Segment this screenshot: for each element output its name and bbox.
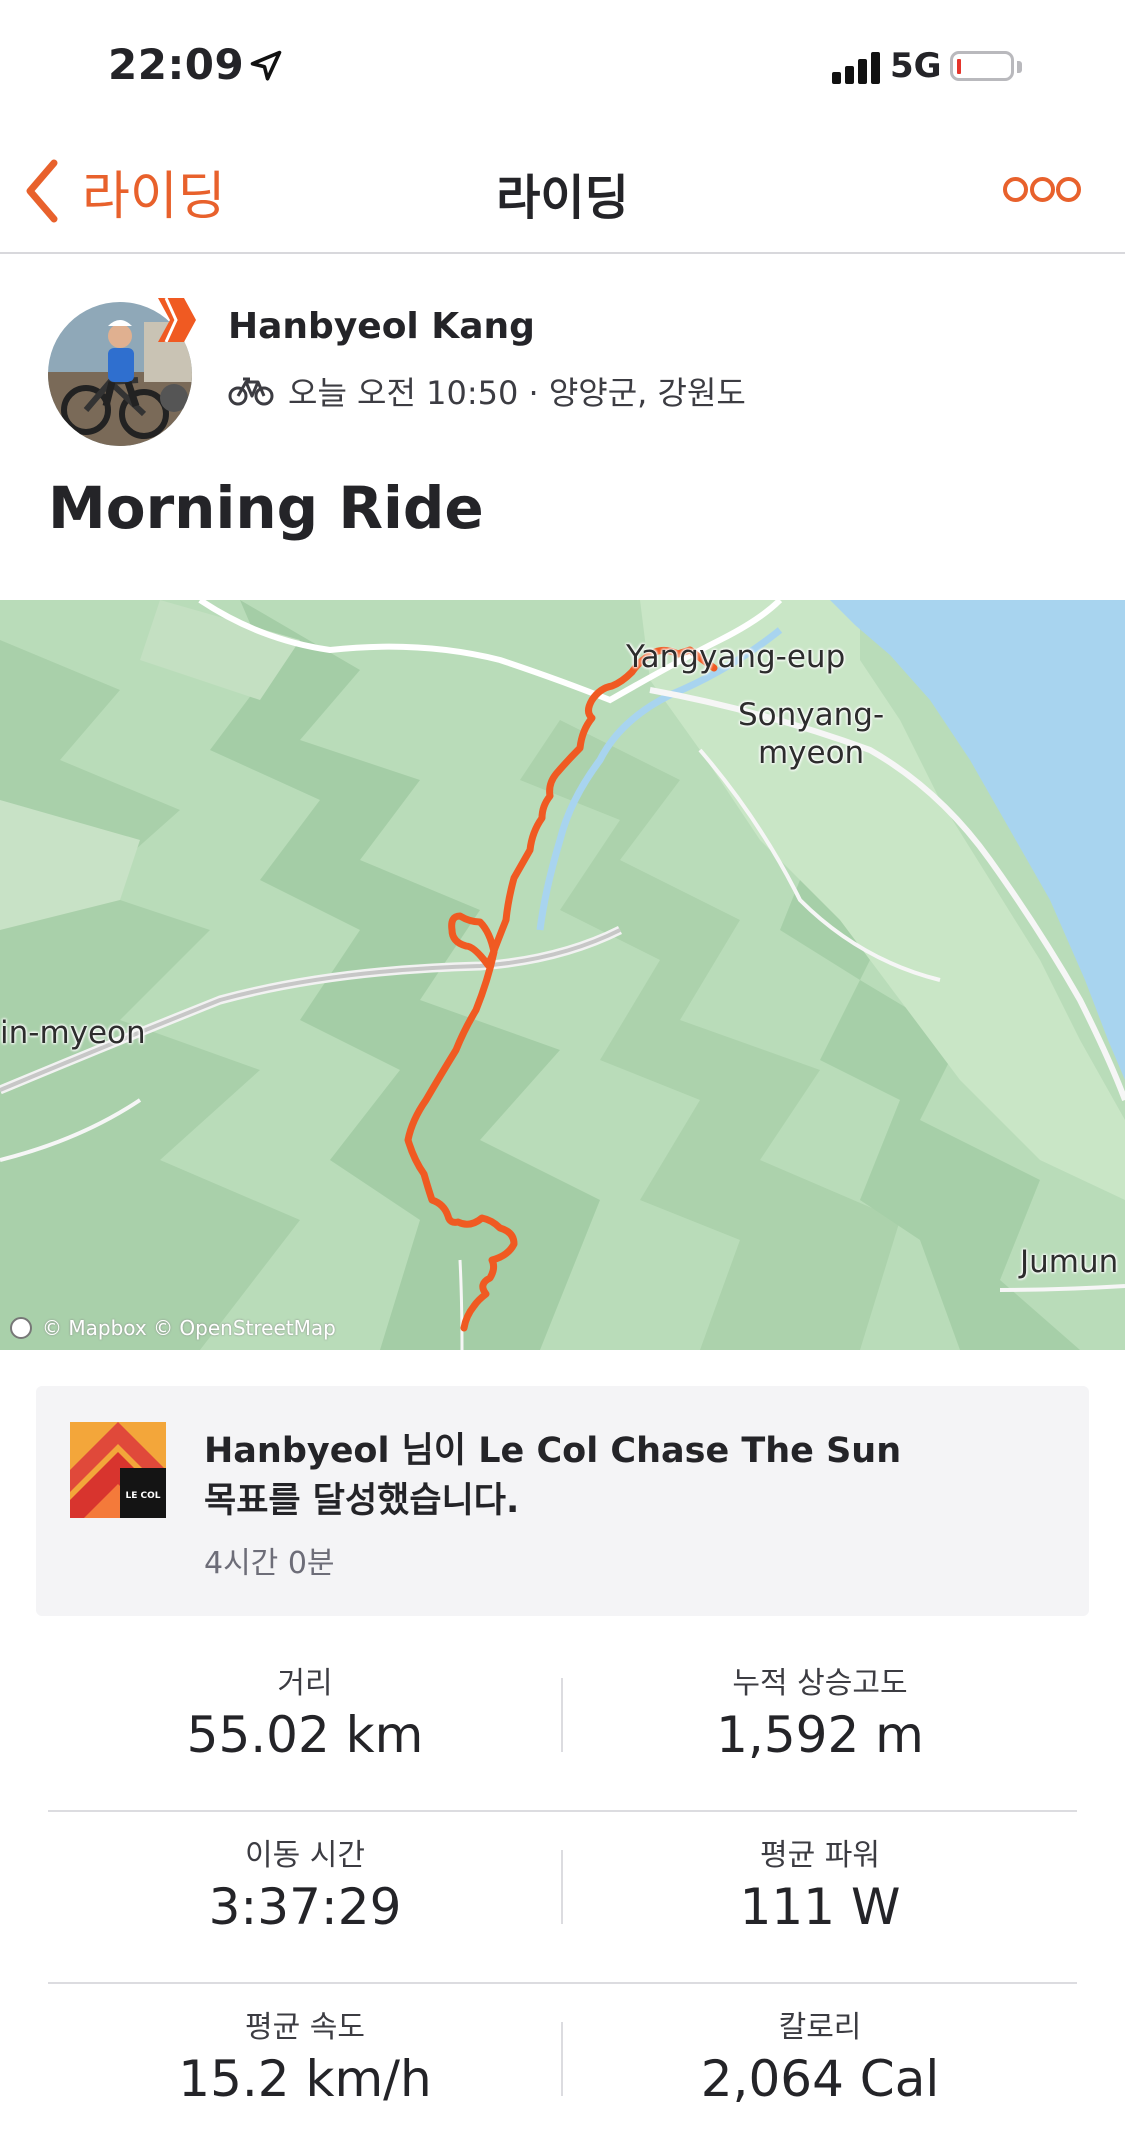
- page-title: 라이딩: [496, 170, 629, 226]
- stat-elevation-gain: 누적 상승고도 1,592 m: [563, 1640, 1077, 1810]
- route-map[interactable]: Yangyang-eup Sonyang- myeon in-myeon Jum…: [0, 600, 1125, 1350]
- stat-label: 거리: [277, 1666, 333, 1701]
- activity-title: Morning Ride: [48, 474, 484, 542]
- map-label-yangyang: Yangyang-eup: [626, 639, 846, 675]
- le-col-badge-icon: LE COL: [70, 1422, 166, 1518]
- dot-icon: [1029, 177, 1055, 202]
- stat-label: 칼로리: [778, 2010, 862, 2045]
- stat-row: 이동 시간 3:37:29 평균 파워 111 W: [48, 1812, 1077, 1984]
- activity-meta: 오늘 오전 10:50 · 양양군, 강원도: [228, 368, 746, 414]
- stat-value: 111 W: [739, 1878, 901, 1936]
- stat-label: 평균 속도: [245, 2010, 365, 2045]
- stat-row: 평균 속도 15.2 km/h 칼로리 2,064 Cal: [48, 1984, 1077, 2154]
- stat-label: 평균 파워: [760, 1838, 880, 1873]
- stat-label: 이동 시간: [245, 1838, 365, 1873]
- battery-icon: [950, 51, 1014, 81]
- map-canvas: [0, 600, 1125, 1350]
- svg-text:LE COL: LE COL: [125, 1491, 160, 1501]
- bicycle-icon: [228, 377, 274, 406]
- achievement-card[interactable]: LE COL Hanbyeol 님이 Le Col Chase The Sun …: [36, 1386, 1089, 1616]
- stat-calories: 칼로리 2,064 Cal: [563, 1984, 1077, 2154]
- battery-tip: [1017, 61, 1022, 73]
- map-label-sonyang: Sonyang- myeon: [738, 697, 885, 771]
- athlete-name[interactable]: Hanbyeol Kang: [228, 306, 535, 347]
- stat-moving-time: 이동 시간 3:37:29: [48, 1812, 562, 1982]
- map-attribution-text: © Mapbox © OpenStreetMap: [42, 1316, 336, 1340]
- stat-value: 55.02 km: [186, 1706, 424, 1764]
- location-arrow-icon: [250, 50, 282, 81]
- map-label-in-myeon: in-myeon: [0, 1015, 146, 1051]
- navigation-bar: 라이딩 라이딩: [0, 130, 1125, 254]
- stat-label: 누적 상승고도: [732, 1666, 908, 1701]
- stat-value: 15.2 km/h: [178, 2050, 432, 2108]
- activity-meta-text: 오늘 오전 10:50 · 양양군, 강원도: [288, 374, 746, 412]
- strava-subscriber-badge-icon: [158, 298, 196, 342]
- achievement-text: Hanbyeol 님이 Le Col Chase The Sun 목표를 달성했…: [204, 1426, 964, 1526]
- stats-grid: 거리 55.02 km 누적 상승고도 1,592 m 이동 시간 3:37:2…: [48, 1640, 1077, 2154]
- more-options-button[interactable]: [1003, 177, 1081, 205]
- stat-row: 거리 55.02 km 누적 상승고도 1,592 m: [48, 1640, 1077, 1812]
- map-label-jumun: Jumun: [1020, 1244, 1119, 1280]
- achievement-duration: 4시간 0분: [204, 1546, 335, 1581]
- stat-distance: 거리 55.02 km: [48, 1640, 562, 1810]
- stat-average-power: 평균 파워 111 W: [563, 1812, 1077, 1982]
- map-attribution[interactable]: © Mapbox © OpenStreetMap: [10, 1316, 336, 1340]
- stat-value: 1,592 m: [716, 1706, 924, 1764]
- stat-value: 2,064 Cal: [700, 2050, 940, 2108]
- achievement-line-2: 목표를 달성했습니다.: [204, 1481, 520, 1521]
- achievement-line-1: Hanbyeol 님이 Le Col Chase The Sun: [204, 1431, 902, 1471]
- stat-value: 3:37:29: [208, 1878, 402, 1936]
- status-time: 22:09: [108, 40, 245, 89]
- dot-icon: [1003, 177, 1028, 202]
- mapbox-logo-icon: [10, 1317, 32, 1339]
- dot-icon: [1056, 177, 1081, 202]
- status-bar: 22:09 5G: [0, 0, 1125, 130]
- network-type: 5G: [890, 46, 942, 86]
- stat-average-speed: 평균 속도 15.2 km/h: [48, 1984, 562, 2154]
